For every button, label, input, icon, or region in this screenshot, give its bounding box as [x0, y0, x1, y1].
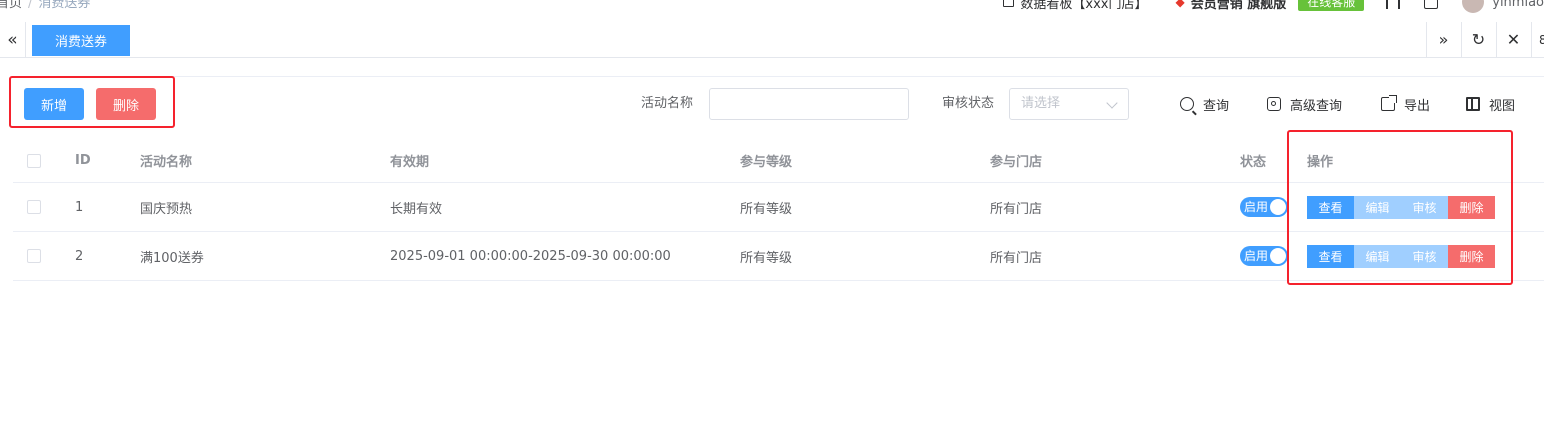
chevron-down-icon — [1106, 97, 1118, 109]
select-all-cell — [27, 139, 41, 182]
header-right: 数据看板【xxx门店】 ◆ 会员营销 旗舰版 在线客服 yinmiao — [1003, 0, 1544, 13]
view-icon — [1466, 97, 1480, 111]
activity-name-input[interactable] — [709, 88, 909, 120]
audit-status-placeholder: 请选择 — [1021, 96, 1061, 111]
tab-more-button[interactable]: 8 — [1531, 22, 1544, 57]
close-icon[interactable]: ✕ — [1496, 22, 1530, 57]
cell-validity: 2025-09-01 00:00:00-2025-09-30 00:00:00 — [390, 248, 671, 264]
audit-status-label: 审核状态 — [942, 96, 995, 111]
bell-icon[interactable] — [1424, 0, 1439, 9]
highlight-box-action-buttons — [9, 76, 175, 128]
cell-id: 2 — [75, 248, 84, 264]
row-select-cell — [27, 232, 41, 280]
advanced-query-label: 高级查询 — [1290, 98, 1343, 114]
cell-store: 所有门店 — [990, 250, 1043, 266]
export-button[interactable]: 导出 — [1381, 88, 1430, 120]
status-switch[interactable]: 启用 — [1240, 197, 1288, 217]
username[interactable]: yinmiao — [1492, 0, 1544, 10]
document-icon — [1003, 0, 1015, 7]
row-checkbox[interactable] — [27, 249, 41, 263]
edition-label: 会员营销 旗舰版 — [1190, 0, 1287, 12]
column-header-validity[interactable]: 有效期 — [390, 139, 429, 182]
cell-level: 所有等级 — [740, 201, 793, 217]
tags-bar: « 消费送券 » ↻ ✕ 8 — [0, 22, 1544, 58]
tab-consume-coupon[interactable]: 消费送券 — [32, 25, 130, 56]
status-switch-label: 启用 — [1244, 200, 1269, 214]
double-left-icon[interactable]: « — [0, 22, 26, 57]
search-icon — [1180, 97, 1194, 111]
export-icon — [1381, 95, 1397, 111]
column-header-name[interactable]: 活动名称 — [140, 139, 192, 182]
highlight-box-operations-column — [1287, 130, 1513, 285]
diamond-icon: ◆ — [1175, 0, 1185, 9]
breadcrumb-separator: / — [28, 0, 33, 11]
select-all-checkbox[interactable] — [27, 153, 41, 168]
column-header-status[interactable]: 状态 — [1240, 139, 1266, 182]
breadcrumb-current: 消费送券 — [38, 0, 91, 11]
advanced-query-button[interactable]: 高级查询 — [1267, 88, 1342, 120]
status-cell: 启用 — [1240, 232, 1288, 280]
query-label: 查询 — [1203, 98, 1230, 114]
data-board-link[interactable]: 数据看板【xxx门店】 — [1020, 0, 1147, 12]
cell-name: 满100送券 — [140, 250, 204, 266]
export-label: 导出 — [1404, 98, 1431, 114]
cell-validity: 长期有效 — [390, 201, 443, 217]
audit-status-select[interactable]: 请选择 — [1009, 88, 1129, 120]
cell-id: 1 — [75, 199, 84, 215]
refresh-icon[interactable]: ↻ — [1461, 22, 1495, 57]
view-label: 视图 — [1489, 98, 1516, 114]
status-switch-label: 启用 — [1244, 249, 1269, 263]
status-cell: 启用 — [1240, 183, 1288, 231]
cell-store: 所有门店 — [990, 201, 1043, 217]
double-right-icon[interactable]: » — [1426, 22, 1460, 57]
fullscreen-icon[interactable] — [1386, 0, 1401, 9]
cell-name: 国庆预热 — [140, 201, 193, 217]
column-header-store[interactable]: 参与门店 — [990, 139, 1042, 182]
advanced-search-icon — [1267, 97, 1281, 111]
online-service-button[interactable]: 在线客服 — [1298, 0, 1365, 11]
activity-name-label: 活动名称 — [641, 96, 694, 111]
breadcrumb: 首页 / 消费送券 — [0, 0, 90, 11]
row-select-cell — [27, 183, 41, 231]
column-header-level[interactable]: 参与等级 — [740, 139, 792, 182]
avatar[interactable] — [1462, 0, 1485, 13]
row-checkbox[interactable] — [27, 200, 41, 214]
query-button[interactable]: 查询 — [1180, 88, 1229, 120]
cell-level: 所有等级 — [740, 250, 793, 266]
column-header-id[interactable]: ID — [75, 139, 91, 182]
status-switch[interactable]: 启用 — [1240, 246, 1288, 266]
breadcrumb-home[interactable]: 首页 — [0, 0, 22, 11]
top-header: 首页 / 消费送券 数据看板【xxx门店】 ◆ 会员营销 旗舰版 在线客服 yinm… — [0, 0, 1544, 23]
view-button[interactable]: 视图 — [1466, 88, 1515, 120]
